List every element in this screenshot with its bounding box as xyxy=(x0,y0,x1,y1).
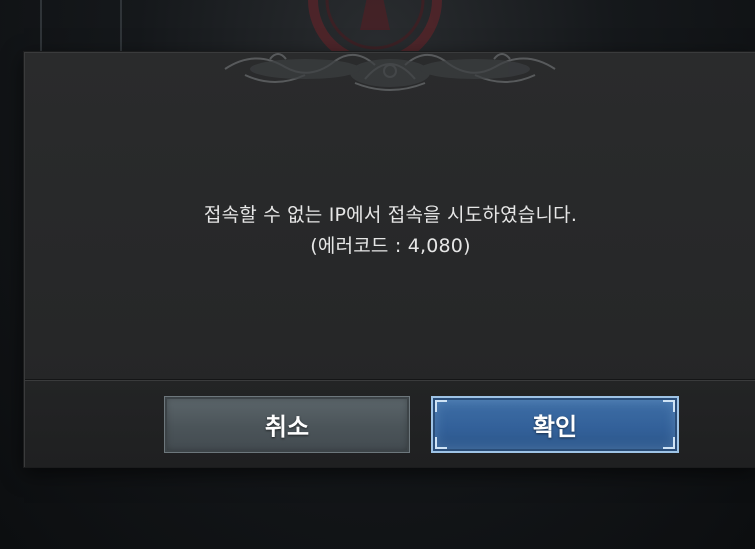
error-dialog: 접속할 수 없는 IP에서 접속을 시도하였습니다. (에러코드 : 4,080… xyxy=(24,52,755,467)
background-tower xyxy=(120,0,122,60)
confirm-button[interactable]: 확인 xyxy=(431,396,679,453)
game-scene: 접속할 수 없는 IP에서 접속을 시도하였습니다. (에러코드 : 4,080… xyxy=(0,0,755,549)
corner-ornament-icon xyxy=(435,400,447,412)
footer-divider xyxy=(25,379,755,380)
filigree-ornament-icon xyxy=(224,53,556,91)
error-message-line: 접속할 수 없는 IP에서 접속을 시도하였습니다. xyxy=(203,204,578,226)
error-message: 접속할 수 없는 IP에서 접속을 시도하였습니다. (에러코드 : 4,080… xyxy=(25,200,755,262)
error-code-line: (에러코드 : 4,080) xyxy=(310,235,471,257)
cancel-button[interactable]: 취소 xyxy=(164,396,410,453)
corner-ornament-icon xyxy=(435,437,447,449)
background-tower xyxy=(40,0,42,60)
corner-ornament-icon xyxy=(663,400,675,412)
confirm-button-label: 확인 xyxy=(532,413,578,441)
corner-ornament-icon xyxy=(663,437,675,449)
cancel-button-label: 취소 xyxy=(264,413,310,441)
